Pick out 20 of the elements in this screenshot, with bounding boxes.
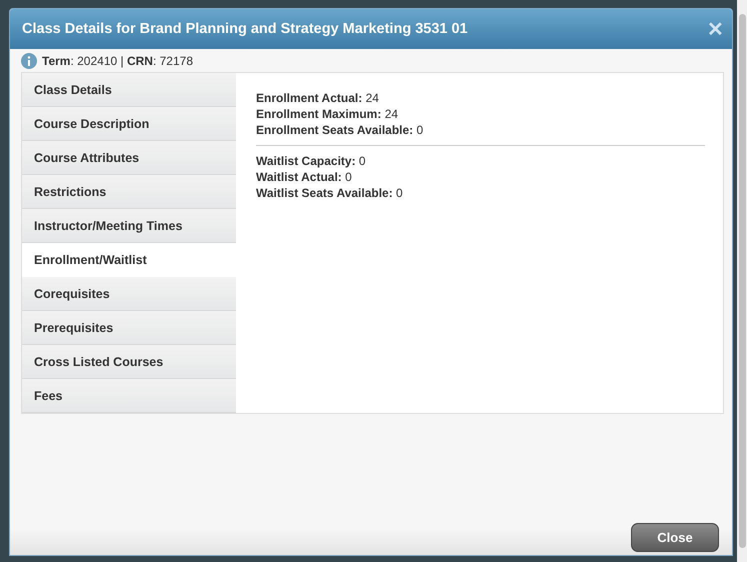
detail-line: Waitlist Capacity: 0 (256, 154, 367, 168)
detail-line: Enrollment Actual: 24 (256, 91, 380, 105)
tab[interactable]: Fees (22, 379, 236, 413)
tab[interactable]: Course Description (22, 107, 236, 141)
detail-line: Waitlist Seats Available: 0 (256, 186, 404, 200)
tab[interactable]: Prerequisites (22, 311, 236, 345)
dialog-title: Class Details for Brand Planning and Strategy Marketing 3531 01 (22, 21, 468, 37)
tab[interactable]: Instructor/Meeting Times (22, 209, 236, 243)
term-info: Term: 202410 | CRN: 72178 (42, 54, 193, 68)
tab[interactable]: Class Details (22, 73, 236, 107)
tab[interactable]: Course Attributes (22, 141, 236, 175)
tab[interactable]: Cross Listed Courses (22, 345, 236, 379)
detail-line: Enrollment Maximum: 24 (256, 107, 400, 121)
scrollbar[interactable] (737, 0, 747, 562)
detail-line: Waitlist Actual: 0 (256, 170, 353, 184)
tab[interactable]: Corequisites (22, 277, 236, 311)
close-button[interactable]: Close (631, 523, 719, 552)
tab[interactable]: Restrictions (22, 175, 236, 209)
detail-line: Enrollment Seats Available: 0 (256, 123, 424, 137)
info-icon (21, 53, 37, 69)
